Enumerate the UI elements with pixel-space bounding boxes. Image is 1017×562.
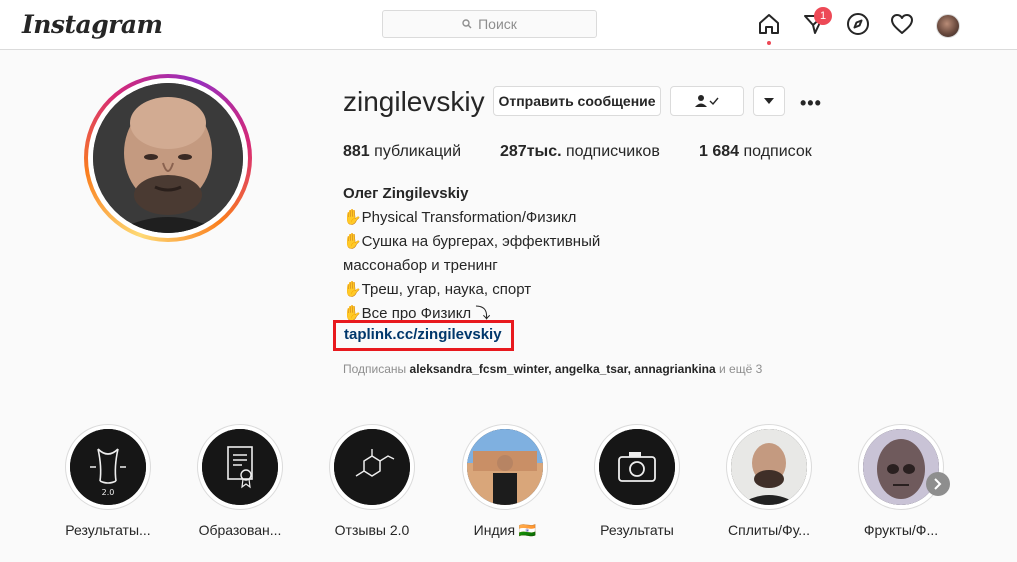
home-active-indicator — [767, 41, 771, 45]
india-photo — [467, 429, 543, 505]
posts-value: 881 — [343, 143, 370, 160]
followers-label: подписчиков — [566, 143, 660, 160]
suggested-dropdown-button[interactable] — [753, 86, 785, 116]
highlight-label: Фрукты/Ф... — [863, 522, 939, 538]
home-icon[interactable] — [757, 12, 781, 36]
followers-count[interactable]: 287тыс. подписчиков — [500, 143, 660, 161]
following-count[interactable]: 1 684 подписок — [699, 143, 812, 161]
more-icon[interactable]: ••• — [800, 93, 822, 114]
highlight-item[interactable]: Образован... — [195, 424, 285, 538]
camera-icon — [599, 429, 675, 505]
notification-badge: 1 — [814, 7, 832, 25]
highlight-item[interactable]: Отзывы 2.0 — [327, 424, 417, 538]
highlight-label: Индия 🇮🇳 — [473, 522, 537, 538]
profile-photo — [93, 83, 243, 233]
bio-line: массонабор и тренинг — [343, 257, 498, 274]
highlight-item[interactable]: 2.0 Результаты... — [63, 424, 153, 538]
highlight-label: Сплиты/Фу... — [728, 522, 810, 538]
following-label: подписок — [743, 143, 812, 160]
search-placeholder: Поиск — [478, 16, 517, 32]
followers-value: 287тыс. — [500, 143, 562, 160]
highlight-item[interactable]: Индия 🇮🇳 — [460, 424, 550, 539]
followed-by-prefix: Подписаны — [343, 362, 407, 376]
molecule-icon — [334, 429, 410, 505]
search-input[interactable]: Поиск — [382, 10, 597, 38]
highlights-next-button[interactable] — [926, 472, 950, 496]
bio-line: ✋Physical Transformation/Физикл — [343, 209, 577, 226]
bio-line: ✋Треш, угар, наука, спорт — [343, 281, 532, 298]
search-icon — [462, 19, 472, 29]
compass-icon[interactable] — [846, 12, 870, 36]
portrait-photo — [731, 429, 807, 505]
top-nav-bar: Instagram Поиск 1 — [0, 0, 1017, 50]
heart-icon[interactable] — [890, 12, 914, 36]
chevron-down-icon — [764, 98, 774, 104]
highlight-item[interactable]: Результаты — [592, 424, 682, 538]
following-status-button[interactable] — [670, 86, 744, 116]
highlight-item[interactable]: Сплиты/Фу... — [724, 424, 814, 538]
tattoo-photo — [863, 429, 939, 505]
profile-full-name: Олег Zingilevskiy — [343, 185, 469, 202]
highlight-label: Образован... — [198, 522, 282, 538]
profile-bio: Олег Zingilevskiy ✋Physical Transformati… — [343, 182, 643, 326]
body-measure-icon: 2.0 — [70, 429, 146, 505]
certificate-icon — [202, 429, 278, 505]
followed-by-users: aleksandra_fcsm_winter, angelka_tsar, an… — [409, 362, 716, 376]
bio-line: ✋Сушка на бургерах, эффективный — [343, 233, 601, 250]
instagram-logo[interactable]: Instagram — [22, 10, 163, 39]
posts-label: публикаций — [374, 143, 462, 160]
profile-avatar[interactable] — [84, 74, 252, 242]
followed-by[interactable]: Подписаны aleksandra_fcsm_winter, angelk… — [343, 362, 762, 376]
svg-text:2.0: 2.0 — [102, 488, 115, 497]
profile-website-link[interactable]: taplink.cc/zingilevskiy — [344, 326, 502, 343]
posts-count[interactable]: 881 публикаций — [343, 143, 461, 161]
highlight-label: Результаты... — [65, 522, 151, 538]
send-message-button[interactable]: Отправить сообщение — [493, 86, 661, 116]
profile-username: zingilevskiy — [343, 86, 485, 117]
highlight-label: Результаты — [600, 522, 674, 538]
person-check-icon — [695, 95, 719, 107]
following-value: 1 684 — [699, 143, 740, 160]
followed-by-suffix: и ещё 3 — [719, 362, 763, 376]
chevron-right-icon — [934, 478, 942, 490]
highlight-label: Отзывы 2.0 — [334, 522, 410, 538]
nav-profile-avatar[interactable] — [936, 14, 960, 38]
